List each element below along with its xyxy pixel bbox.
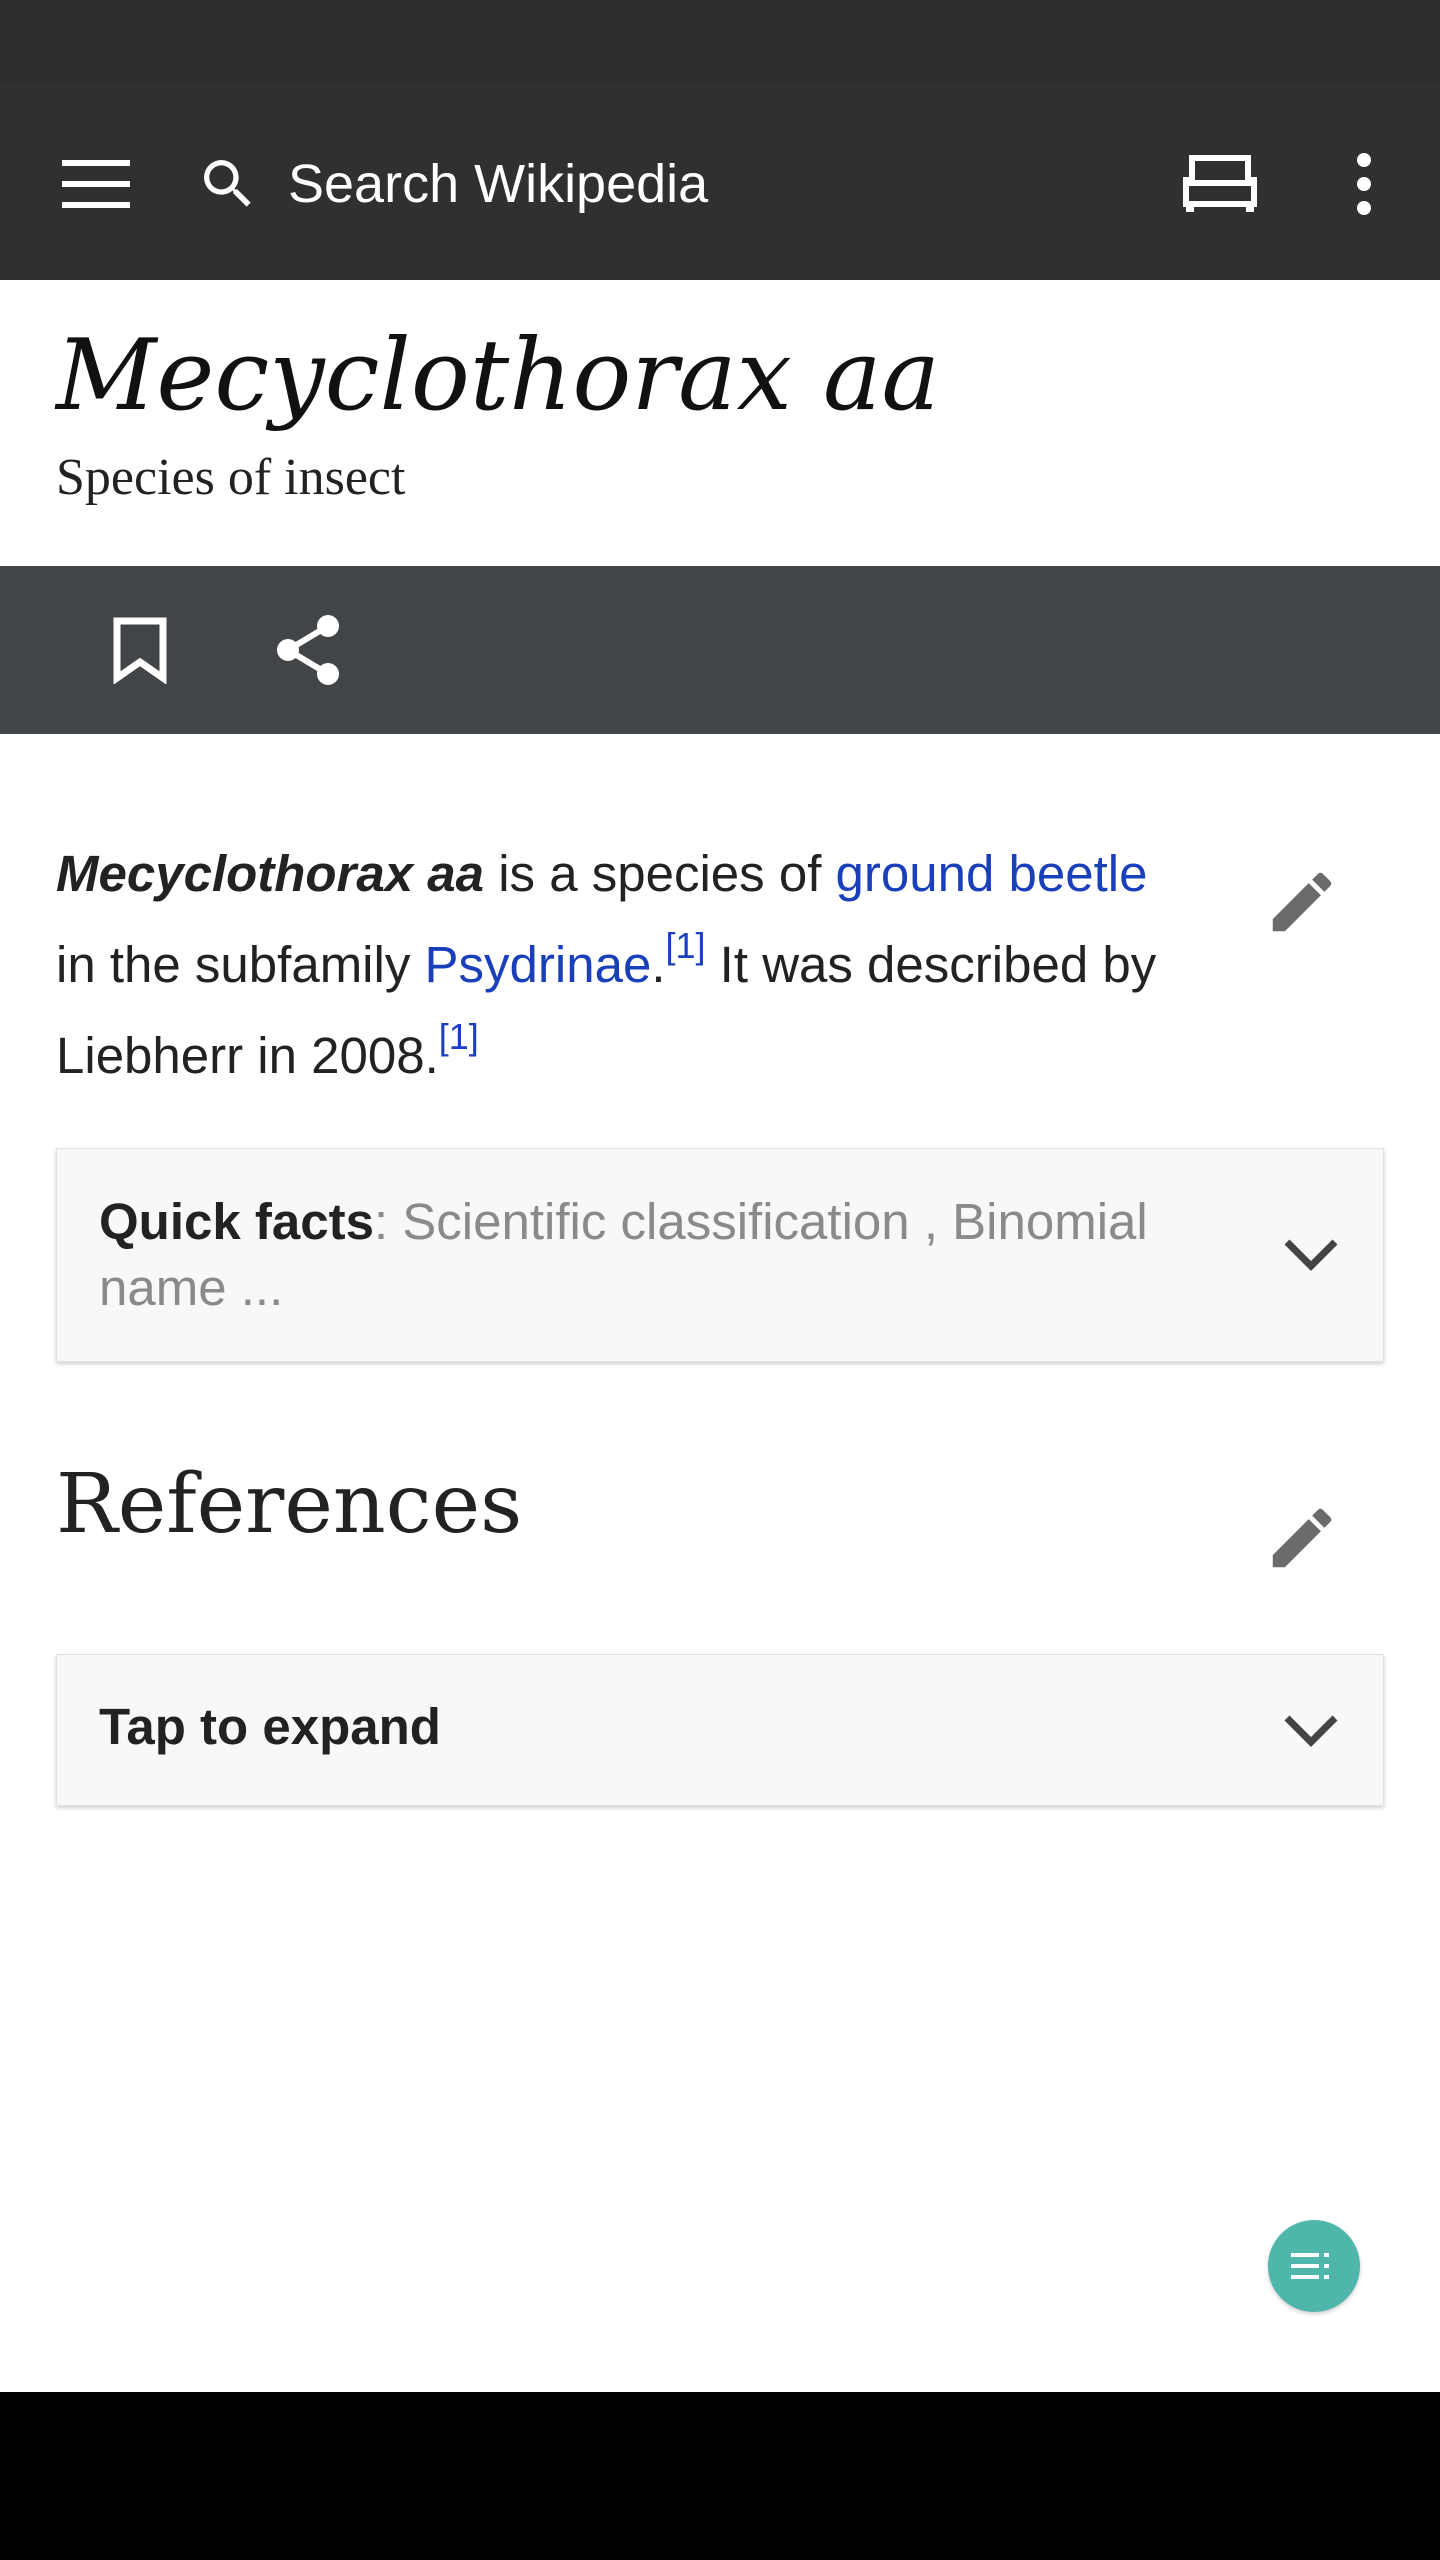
search-icon [204, 160, 251, 207]
tabs-button[interactable] [1168, 136, 1272, 232]
quick-facts-label: Quick facts [99, 1193, 374, 1250]
chevron-down-icon [1284, 1715, 1338, 1747]
chevron-down-icon [1284, 1239, 1338, 1271]
save-page-button[interactable] [92, 602, 188, 698]
edit-pencil-icon [1272, 1508, 1332, 1568]
link-ground-beetle[interactable]: ground beetle [836, 845, 1148, 902]
expand-quick-facts[interactable] [1263, 1207, 1359, 1303]
share-icon [277, 615, 339, 685]
menu-icon [62, 160, 130, 208]
tabs-icon [1183, 155, 1257, 212]
search-placeholder: Search Wikipedia [288, 154, 709, 214]
reference-link[interactable]: [1] [665, 925, 705, 966]
search-bar[interactable]: Search Wikipedia [196, 128, 1096, 240]
tap-to-expand-label: Tap to expand [99, 1698, 441, 1755]
page-description: Species of insect [56, 449, 406, 506]
quick-facts-text: Quick facts: Scientific classification ,… [99, 1189, 1199, 1321]
link-psydrinae[interactable]: Psydrinae [425, 936, 652, 993]
lead-text: is a species of [484, 845, 836, 902]
toc-icon [1291, 2253, 1329, 2279]
references-collapsed-box[interactable]: Tap to expand [56, 1654, 1384, 1806]
status-bar [0, 0, 1440, 84]
edit-lead-button[interactable] [1254, 854, 1350, 950]
article-term: Mecyclothorax aa [56, 845, 485, 902]
page-header: Mecyclothorax aa Species of insect [0, 280, 1440, 566]
overflow-menu-button[interactable] [1316, 136, 1412, 232]
bookmark-icon [113, 617, 167, 684]
page-action-bar [0, 566, 1440, 734]
edit-references-button[interactable] [1254, 1490, 1350, 1586]
menu-button[interactable] [48, 136, 144, 232]
lead-paragraph: Mecyclothorax aa is a species of ground … [56, 828, 1196, 1101]
quick-facts-box[interactable]: Quick facts: Scientific classification ,… [56, 1148, 1384, 1362]
more-vert-icon [1357, 153, 1371, 215]
lead-text: in the subfamily [56, 936, 425, 993]
app-toolbar: Search Wikipedia [0, 84, 1440, 280]
expand-references[interactable] [1263, 1683, 1359, 1779]
reference-link[interactable]: [1] [439, 1016, 479, 1057]
lead-text: . [651, 936, 666, 993]
section-heading-references: References [56, 1457, 523, 1552]
share-button[interactable] [260, 602, 356, 698]
page-title: Mecyclothorax aa [56, 319, 940, 433]
edit-pencil-icon [1272, 872, 1332, 932]
table-of-contents-button[interactable] [1268, 2220, 1360, 2312]
system-navigation-bar [0, 2392, 1440, 2560]
